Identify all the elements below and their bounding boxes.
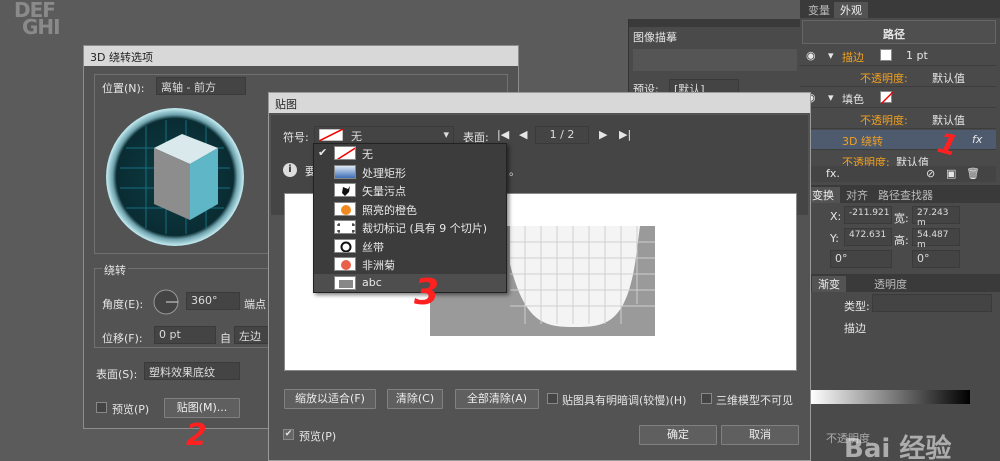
invisible-geometry-checkbox[interactable] [701, 393, 712, 404]
none-swatch-icon [334, 146, 356, 160]
preview-checkbox[interactable] [96, 402, 107, 413]
ribbon-swatch-icon [334, 238, 356, 253]
symbol-option-abc[interactable]: abc [314, 273, 506, 292]
map-art-button[interactable]: 贴图(M)... [164, 398, 240, 418]
offset-from-select[interactable]: 左边 [234, 326, 272, 344]
cube-preview[interactable] [106, 108, 244, 246]
angle-input[interactable]: 360° [186, 292, 240, 310]
transform-tabs: 变换 对齐 路径查找器 [800, 185, 1000, 203]
duplicate-icon[interactable]: ▣ [946, 167, 956, 180]
last-surface-icon[interactable]: ▶| [619, 128, 631, 141]
checkmark-icon: ✔ [318, 146, 328, 159]
image-trace-title: 图像描摹 [633, 31, 677, 44]
fx-icon[interactable]: fx [972, 133, 982, 146]
app-logo: DEF GHI [14, 0, 61, 39]
height-input[interactable]: 54.487 m [912, 228, 960, 250]
symbol-option-flower[interactable]: 非洲菊 [314, 255, 506, 274]
tab-transform[interactable]: 变换 [806, 187, 840, 203]
rotation-preview-track[interactable] [106, 108, 244, 246]
shade-artwork-checkbox[interactable] [547, 393, 558, 404]
fill-row[interactable]: ◉ ▾ 填色 [800, 88, 996, 108]
orange-swatch-icon [334, 201, 356, 216]
symbol-option-none[interactable]: ✔ 无 [314, 144, 506, 163]
tab-transparency[interactable]: 透明度 [868, 276, 913, 292]
ok-button[interactable]: 确定 [639, 425, 717, 445]
annotation-3: 3 [414, 272, 440, 313]
annotation-2: 2 [186, 418, 207, 453]
x-input[interactable]: -211.921 [844, 206, 892, 224]
fill-none-swatch[interactable] [880, 91, 893, 104]
symbol-option-rect[interactable]: 处理矩形 [314, 163, 506, 182]
gradient-type-select[interactable] [872, 294, 992, 312]
first-surface-icon[interactable]: |◀ [497, 128, 509, 141]
fit-button[interactable]: 缩放以适合(F) [284, 389, 376, 409]
width-input[interactable]: 27.243 m [912, 206, 960, 228]
tab-pathfinder[interactable]: 路径查找器 [872, 187, 939, 203]
trash-icon[interactable]: 🗑 [966, 167, 980, 180]
clear-all-button[interactable]: 全部清除(A) [455, 389, 539, 409]
dialog-title: 3D 绕转选项 [84, 46, 518, 66]
appearance-tabs: 变量 外观 [800, 0, 1000, 18]
splat-swatch-icon [334, 183, 356, 197]
tab-variables[interactable]: 变量 [802, 2, 836, 18]
next-surface-icon[interactable]: ▶ [599, 128, 607, 141]
info-icon: i [283, 163, 297, 177]
watermark: Bai 经验 [844, 434, 952, 461]
revolve-effect-row[interactable]: 3D 绕转 fx [800, 130, 996, 150]
rotate-input[interactable]: 0° [830, 250, 892, 268]
symbol-option-orange[interactable]: 照亮的橙色 [314, 200, 506, 219]
cancel-button[interactable]: 取消 [721, 425, 799, 445]
right-panel: 变量 外观 路径 ◉ ▾ 描边 1 pt 不透明度: 默认值 ◉ ▾ 填色 不透… [800, 0, 1000, 461]
surface-page-input[interactable]: 1 / 2 [535, 126, 589, 144]
stroke-swatch[interactable] [880, 49, 892, 61]
path-label: 路径 [883, 28, 905, 41]
stroke-row[interactable]: ◉ ▾ 描边 1 pt [800, 46, 996, 66]
crop-marks-swatch-icon [334, 220, 356, 234]
blue-rect-swatch-icon [334, 164, 356, 179]
position-select[interactable]: 离轴 - 前方 [156, 77, 246, 95]
symbol-option-splat[interactable]: 矢量污点 [314, 181, 506, 200]
flower-swatch-icon [334, 257, 356, 271]
abc-swatch-icon [334, 275, 356, 290]
clear-button[interactable]: 清除(C) [387, 389, 443, 409]
map-dialog-title: 贴图 [269, 93, 810, 113]
tab-appearance[interactable]: 外观 [834, 2, 868, 18]
add-effect-button[interactable]: fx. [826, 167, 840, 180]
symbol-dropdown-list: ✔ 无 处理矩形 矢量污点 照亮的橙色 裁切标记 (具有 9 个切片) 丝带 非… [313, 143, 507, 293]
fill-opacity-row[interactable]: 不透明度: 默认值 [800, 109, 996, 129]
clear-icon[interactable]: ⊘ [926, 167, 935, 180]
none-swatch-icon [319, 129, 343, 141]
appearance-footer: fx. ⊘ ▣ 🗑 [800, 166, 996, 182]
map-preview-checkbox[interactable]: ✔ [283, 429, 294, 440]
eye-icon[interactable]: ◉ [806, 49, 816, 62]
chevron-down-icon: ▾ [443, 128, 449, 141]
prev-surface-icon[interactable]: ◀ [519, 128, 527, 141]
symbol-option-crop[interactable]: 裁切标记 (具有 9 个切片) [314, 218, 506, 237]
image-trace-panel: 图像描摹 预设: [默认] [628, 19, 801, 99]
surface-select[interactable]: 塑料效果底纹 [144, 362, 240, 380]
image-trace-toolbar [633, 49, 797, 71]
tab-gradient[interactable]: 渐变 [812, 276, 846, 292]
offset-input[interactable]: 0 pt [154, 326, 216, 344]
angle-dial[interactable] [152, 288, 180, 316]
stroke-opacity-row[interactable]: 不透明度: 默认值 [800, 67, 996, 87]
gradient-tabs: 渐变 透明度 [800, 274, 1000, 292]
y-input[interactable]: 472.631 [844, 228, 892, 246]
shear-input[interactable]: 0° [912, 250, 960, 268]
gradient-slider[interactable] [810, 390, 970, 404]
symbol-option-ribbon[interactable]: 丝带 [314, 237, 506, 256]
symbol-select[interactable]: 无 ▾ [314, 126, 454, 144]
tab-align[interactable]: 对齐 [840, 187, 874, 203]
